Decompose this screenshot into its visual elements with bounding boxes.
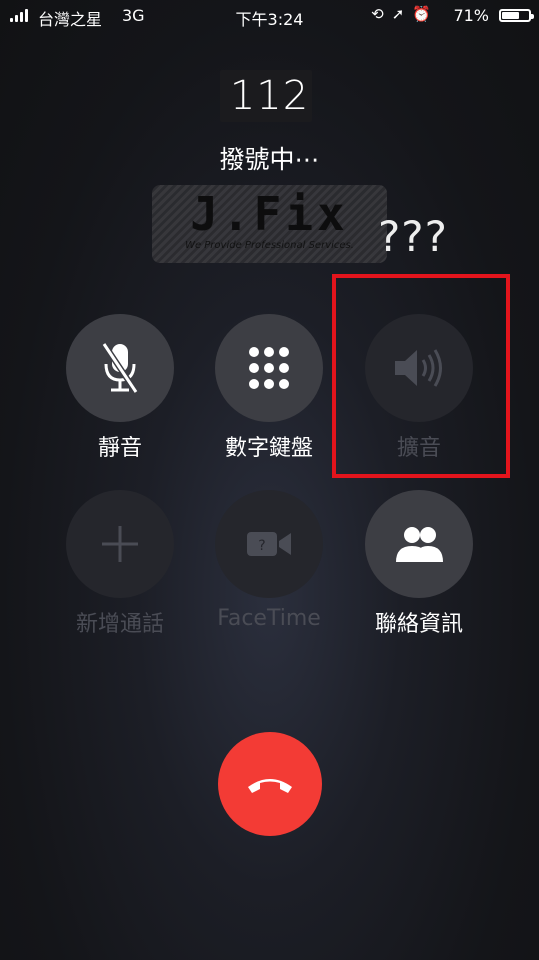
- question-annotation: ???: [378, 212, 448, 261]
- watermark-logo: J.Fix We Provide Professional Services.: [152, 185, 387, 263]
- contacts-icon: [396, 527, 443, 562]
- keypad-label: 數字鍵盤: [224, 436, 313, 461]
- facetime-button[interactable]: ?: [215, 490, 323, 598]
- battery-fill: [502, 12, 520, 19]
- microphone-muted-icon: [101, 342, 139, 394]
- rotation-lock-icon: ⟲: [371, 5, 384, 23]
- battery-percent: 71%: [453, 6, 489, 25]
- contacts-label: 聯絡資訊: [374, 612, 463, 637]
- watermark-subtitle: We Provide Professional Services.: [185, 240, 354, 251]
- call-status: 撥號中⋯: [219, 145, 320, 174]
- add-call-label: 新增通話: [75, 612, 164, 637]
- status-icons: ⟲ ➚ ⏰: [371, 5, 431, 23]
- contacts-button[interactable]: [365, 490, 473, 598]
- watermark-title: J.Fix: [190, 187, 349, 241]
- mute-label: 靜音: [97, 436, 142, 461]
- svg-text:?: ?: [258, 538, 265, 554]
- status-bar: 台灣之星 3G 下午3:24 ⟲ ➚ ⏰ 71%: [0, 0, 539, 32]
- plus-icon: [102, 526, 138, 562]
- video-camera-icon: ?: [247, 532, 291, 556]
- call-number: 112: [229, 73, 310, 119]
- location-icon: ➚: [391, 5, 405, 23]
- hang-up-phone-icon: [248, 779, 292, 793]
- facetime-label: FaceTime: [217, 606, 321, 631]
- alarm-icon: ⏰: [412, 5, 431, 23]
- speaker-highlight-box: [332, 274, 510, 478]
- battery-icon: [499, 9, 534, 22]
- add-call-button[interactable]: [66, 490, 174, 598]
- keypad-button[interactable]: [215, 314, 323, 422]
- end-call-button[interactable]: [218, 732, 322, 836]
- keypad-icon: [249, 347, 289, 389]
- mute-button[interactable]: [66, 314, 174, 422]
